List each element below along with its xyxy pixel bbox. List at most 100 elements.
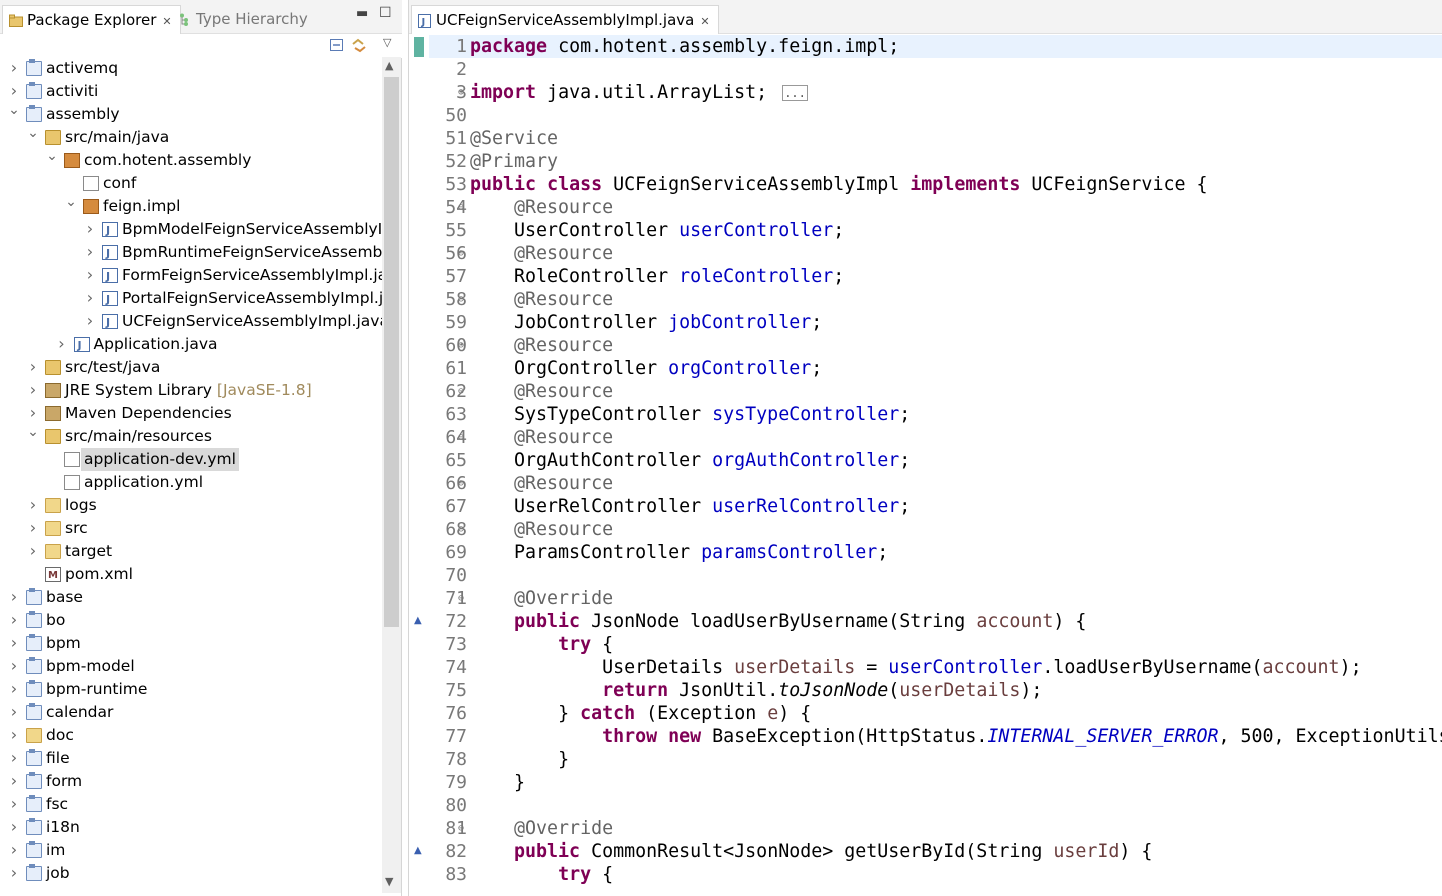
link-with-editor-icon[interactable]	[351, 38, 367, 53]
view-menu-chevron-icon[interactable]: ▽	[383, 36, 399, 51]
chevron-down-icon[interactable]: ⌄	[27, 122, 39, 145]
tree-item[interactable]: › bpm-runtime	[0, 678, 382, 701]
chevron-right-icon[interactable]: ›	[27, 516, 39, 539]
tree-item[interactable]: › calendar	[0, 701, 382, 724]
code-line[interactable]: 62 ⊖ @Resource	[429, 380, 1442, 403]
code-line[interactable]: 50	[429, 104, 1442, 127]
chevron-right-icon[interactable]: ›	[84, 217, 96, 240]
code-line[interactable]: 71 ⊖ @Override	[429, 587, 1442, 610]
minimize-icon[interactable]: ▬	[356, 6, 368, 21]
tree-item[interactable]: ⌄ com.hotent.assembly	[0, 148, 382, 172]
code-line[interactable]: 64 ⊖ @Resource	[429, 426, 1442, 449]
tree-item[interactable]: › src	[0, 517, 382, 540]
tab-ucfeign-java[interactable]: J UCFeignServiceAssemblyImpl.java ✕	[411, 5, 719, 34]
code-line[interactable]: 82 public CommonResult<JsonNode> getUser…	[429, 840, 1442, 863]
code-line[interactable]: 51 @Service	[429, 127, 1442, 150]
tree-item[interactable]: › fsc	[0, 793, 382, 816]
tree-item[interactable]: › bpm-model	[0, 655, 382, 678]
tree-item[interactable]: › logs	[0, 494, 382, 517]
code-line[interactable]: 54 ⊖ @Resource	[429, 196, 1442, 219]
code-line[interactable]: 79 }	[429, 771, 1442, 794]
tree-item[interactable]: › base	[0, 586, 382, 609]
tree-item[interactable]: application.yml	[0, 471, 382, 494]
code-line[interactable]: 1 package com.hotent.assembly.feign.impl;	[429, 35, 1442, 58]
chevron-right-icon[interactable]: ›	[8, 677, 20, 700]
code-line[interactable]: 57 RoleController roleController;	[429, 265, 1442, 288]
tree-item[interactable]: ⌄ src/main/resources	[0, 424, 382, 448]
code-line[interactable]: 58 ⊖ @Resource	[429, 288, 1442, 311]
chevron-down-icon[interactable]: ⌄	[27, 421, 39, 444]
collapse-fold-icon[interactable]: ⊖	[458, 518, 464, 541]
tree-item[interactable]: › activemq	[0, 57, 382, 80]
scrollbar-thumb[interactable]	[384, 77, 399, 627]
chevron-right-icon[interactable]: ›	[8, 57, 20, 79]
chevron-down-icon[interactable]: ⌄	[8, 99, 20, 122]
code-line[interactable]: 80	[429, 794, 1442, 817]
code-line[interactable]: 77 throw new BaseException(HttpStatus.IN…	[429, 725, 1442, 748]
tab-type-hierarchy[interactable]: Type Hierarchy	[172, 5, 316, 34]
chevron-right-icon[interactable]: ›	[8, 815, 20, 838]
code-line[interactable]: 81 ⊖ @Override	[429, 817, 1442, 840]
override-marker-icon[interactable]: ▲	[414, 845, 422, 856]
chevron-right-icon[interactable]: ›	[8, 861, 20, 884]
collapse-fold-icon[interactable]: ⊖	[458, 380, 464, 403]
tree-item[interactable]: application-dev.yml	[0, 448, 382, 471]
code-line[interactable]: 63 SysTypeController sysTypeController;	[429, 403, 1442, 426]
chevron-right-icon[interactable]: ›	[56, 332, 68, 355]
tree-vertical-scrollbar[interactable]: ▲ ▼	[382, 57, 401, 893]
code-line[interactable]: 76 } catch (Exception e) {	[429, 702, 1442, 725]
tree-item[interactable]: conf	[0, 172, 382, 195]
chevron-right-icon[interactable]: ›	[84, 286, 96, 309]
code-line[interactable]: 2	[429, 58, 1442, 81]
code-line[interactable]: 65 OrgAuthController orgAuthController;	[429, 449, 1442, 472]
code-line[interactable]: 83 try {	[429, 863, 1442, 886]
tree-item[interactable]: › file	[0, 747, 382, 770]
code-line[interactable]: 55 UserController userController;	[429, 219, 1442, 242]
tree-item[interactable]: ⌄ assembly	[0, 102, 382, 126]
collapse-fold-icon[interactable]: ⊖	[458, 334, 464, 357]
code-line[interactable]: 74 UserDetails userDetails = userControl…	[429, 656, 1442, 679]
code-line[interactable]: 59 JobController jobController;	[429, 311, 1442, 334]
tree-item[interactable]: ⌄ feign.impl	[0, 194, 382, 218]
tree-item[interactable]: › PortalFeignServiceAssemblyImpl.jav	[0, 286, 382, 311]
tree-item[interactable]: › job	[0, 862, 382, 885]
maximize-icon[interactable]: ☐	[379, 5, 392, 21]
tree-item[interactable]: › Maven Dependencies	[0, 402, 382, 425]
tree-item[interactable]: › UCFeignServiceAssemblyImpl.java	[0, 310, 382, 334]
code-line[interactable]: 60 ⊖ @Resource	[429, 334, 1442, 357]
collapse-fold-icon[interactable]: ⊖	[458, 472, 464, 495]
chevron-right-icon[interactable]: ›	[8, 608, 20, 631]
chevron-right-icon[interactable]: ›	[8, 585, 20, 608]
tree-item[interactable]: › BpmModelFeignServiceAssemblyIm	[0, 217, 382, 242]
tree-item[interactable]: › activiti	[0, 80, 382, 103]
scroll-up-icon[interactable]: ▲	[385, 59, 393, 72]
chevron-right-icon[interactable]: ›	[8, 838, 20, 861]
chevron-right-icon[interactable]: ›	[27, 539, 39, 562]
chevron-right-icon[interactable]: ›	[84, 263, 96, 286]
tree-item[interactable]: › src/test/java	[0, 356, 382, 379]
chevron-right-icon[interactable]: ›	[8, 654, 20, 677]
chevron-right-icon[interactable]: ›	[27, 378, 39, 401]
code-line[interactable]: 75 return JsonUtil.toJsonNode(userDetail…	[429, 679, 1442, 702]
code-line[interactable]: 69 ParamsController paramsController;	[429, 541, 1442, 564]
code-line[interactable]: 56 ⊖ @Resource	[429, 242, 1442, 265]
code-line[interactable]: 52 @Primary	[429, 150, 1442, 173]
tree-item[interactable]: › form	[0, 770, 382, 793]
code-line[interactable]: 70	[429, 564, 1442, 587]
chevron-right-icon[interactable]: ›	[8, 700, 20, 723]
code-line[interactable]: 3 ⊕ import java.util.ArrayList; ...	[429, 81, 1442, 104]
collapse-all-icon[interactable]	[329, 38, 345, 53]
tree-item[interactable]: › Application.java	[0, 332, 382, 357]
collapse-fold-icon[interactable]: ⊖	[458, 242, 464, 265]
code-line[interactable]: 53 public class UCFeignServiceAssemblyImp…	[429, 173, 1442, 196]
tree-item[interactable]: › target	[0, 540, 382, 563]
chevron-right-icon[interactable]: ›	[8, 746, 20, 769]
collapse-fold-icon[interactable]: ⊖	[458, 196, 464, 219]
tree-item[interactable]: › JRE System Library [JavaSE-1.8]	[0, 379, 382, 402]
code-area[interactable]: 1 package com.hotent.assembly.feign.impl;…	[429, 35, 1442, 896]
tree-item[interactable]: › bo	[0, 609, 382, 632]
code-line[interactable]: 67 UserRelController userRelController;	[429, 495, 1442, 518]
chevron-right-icon[interactable]: ›	[8, 723, 20, 746]
tree-item[interactable]: › doc	[0, 724, 382, 747]
chevron-right-icon[interactable]: ›	[84, 240, 96, 263]
